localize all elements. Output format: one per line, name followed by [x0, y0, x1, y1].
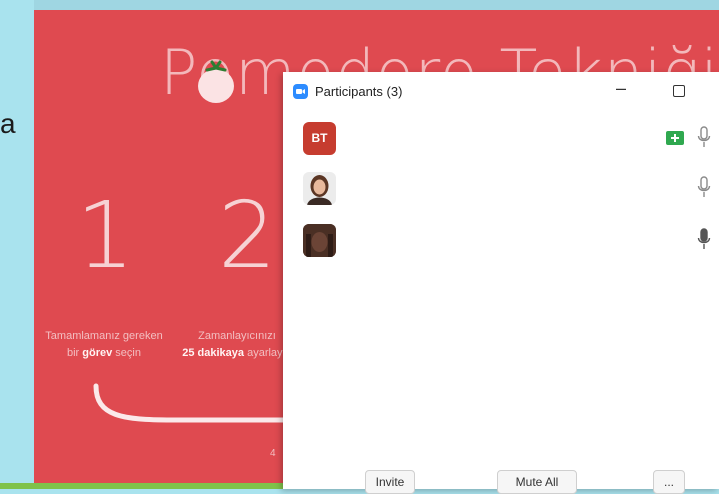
minimize-button[interactable]: –: [609, 79, 633, 102]
step-1-description: Tamamlamanız gereken bir görev seçin: [40, 328, 168, 362]
step-number-1: 1: [76, 182, 135, 289]
avatar-photo: [303, 172, 336, 205]
participant-row[interactable]: [283, 168, 719, 212]
step-2-line1: Zamanlayıcınızı: [198, 330, 276, 342]
zoom-logo-icon: [293, 84, 308, 99]
maximize-button[interactable]: [667, 80, 691, 102]
step-1-line2: bir görev seçin: [40, 345, 168, 362]
step-2-line2-bold: 25 dakikaya: [182, 347, 245, 359]
background-top-band: [34, 0, 719, 10]
mic-muted-icon: [697, 126, 711, 147]
mic-muted-icon: [697, 176, 711, 197]
person-photo-icon: [307, 175, 332, 205]
avatar-photo: [303, 224, 336, 257]
step-2-line2: 25 dakikaya ayarlayın: [182, 345, 292, 362]
mic-active-icon: [697, 228, 711, 249]
person-photo-icon: [303, 224, 336, 257]
step-1-line2-pre: bir: [67, 347, 83, 359]
participants-title: Participants (3): [315, 84, 403, 99]
participants-window: Participants (3) – BT Invite Mute All ..…: [283, 72, 719, 494]
avatar-initials: BT: [303, 122, 336, 155]
maximize-icon: [673, 85, 685, 97]
step-1-line2-post: seçin: [112, 347, 141, 359]
mute-all-button[interactable]: Mute All: [497, 470, 577, 494]
step-1-line2-bold: görev: [82, 347, 113, 359]
participant-row[interactable]: [283, 220, 719, 264]
video-on-icon: [666, 131, 684, 145]
background-partial-letter: a: [0, 108, 16, 139]
background-left-strip: [0, 0, 34, 489]
step-1-line1: Tamamlamanız gereken: [45, 330, 163, 342]
invite-button[interactable]: Invite: [365, 470, 415, 494]
slide-small-text: 4: [270, 448, 276, 459]
participants-titlebar[interactable]: Participants (3) –: [283, 72, 719, 110]
step-number-2: 2: [218, 182, 277, 289]
tomato-icon: [198, 60, 234, 103]
participant-row[interactable]: BT: [283, 118, 719, 162]
more-options-button[interactable]: ...: [653, 470, 685, 494]
step-2-description: Zamanlayıcınızı 25 dakikaya ayarlayın: [182, 328, 292, 362]
